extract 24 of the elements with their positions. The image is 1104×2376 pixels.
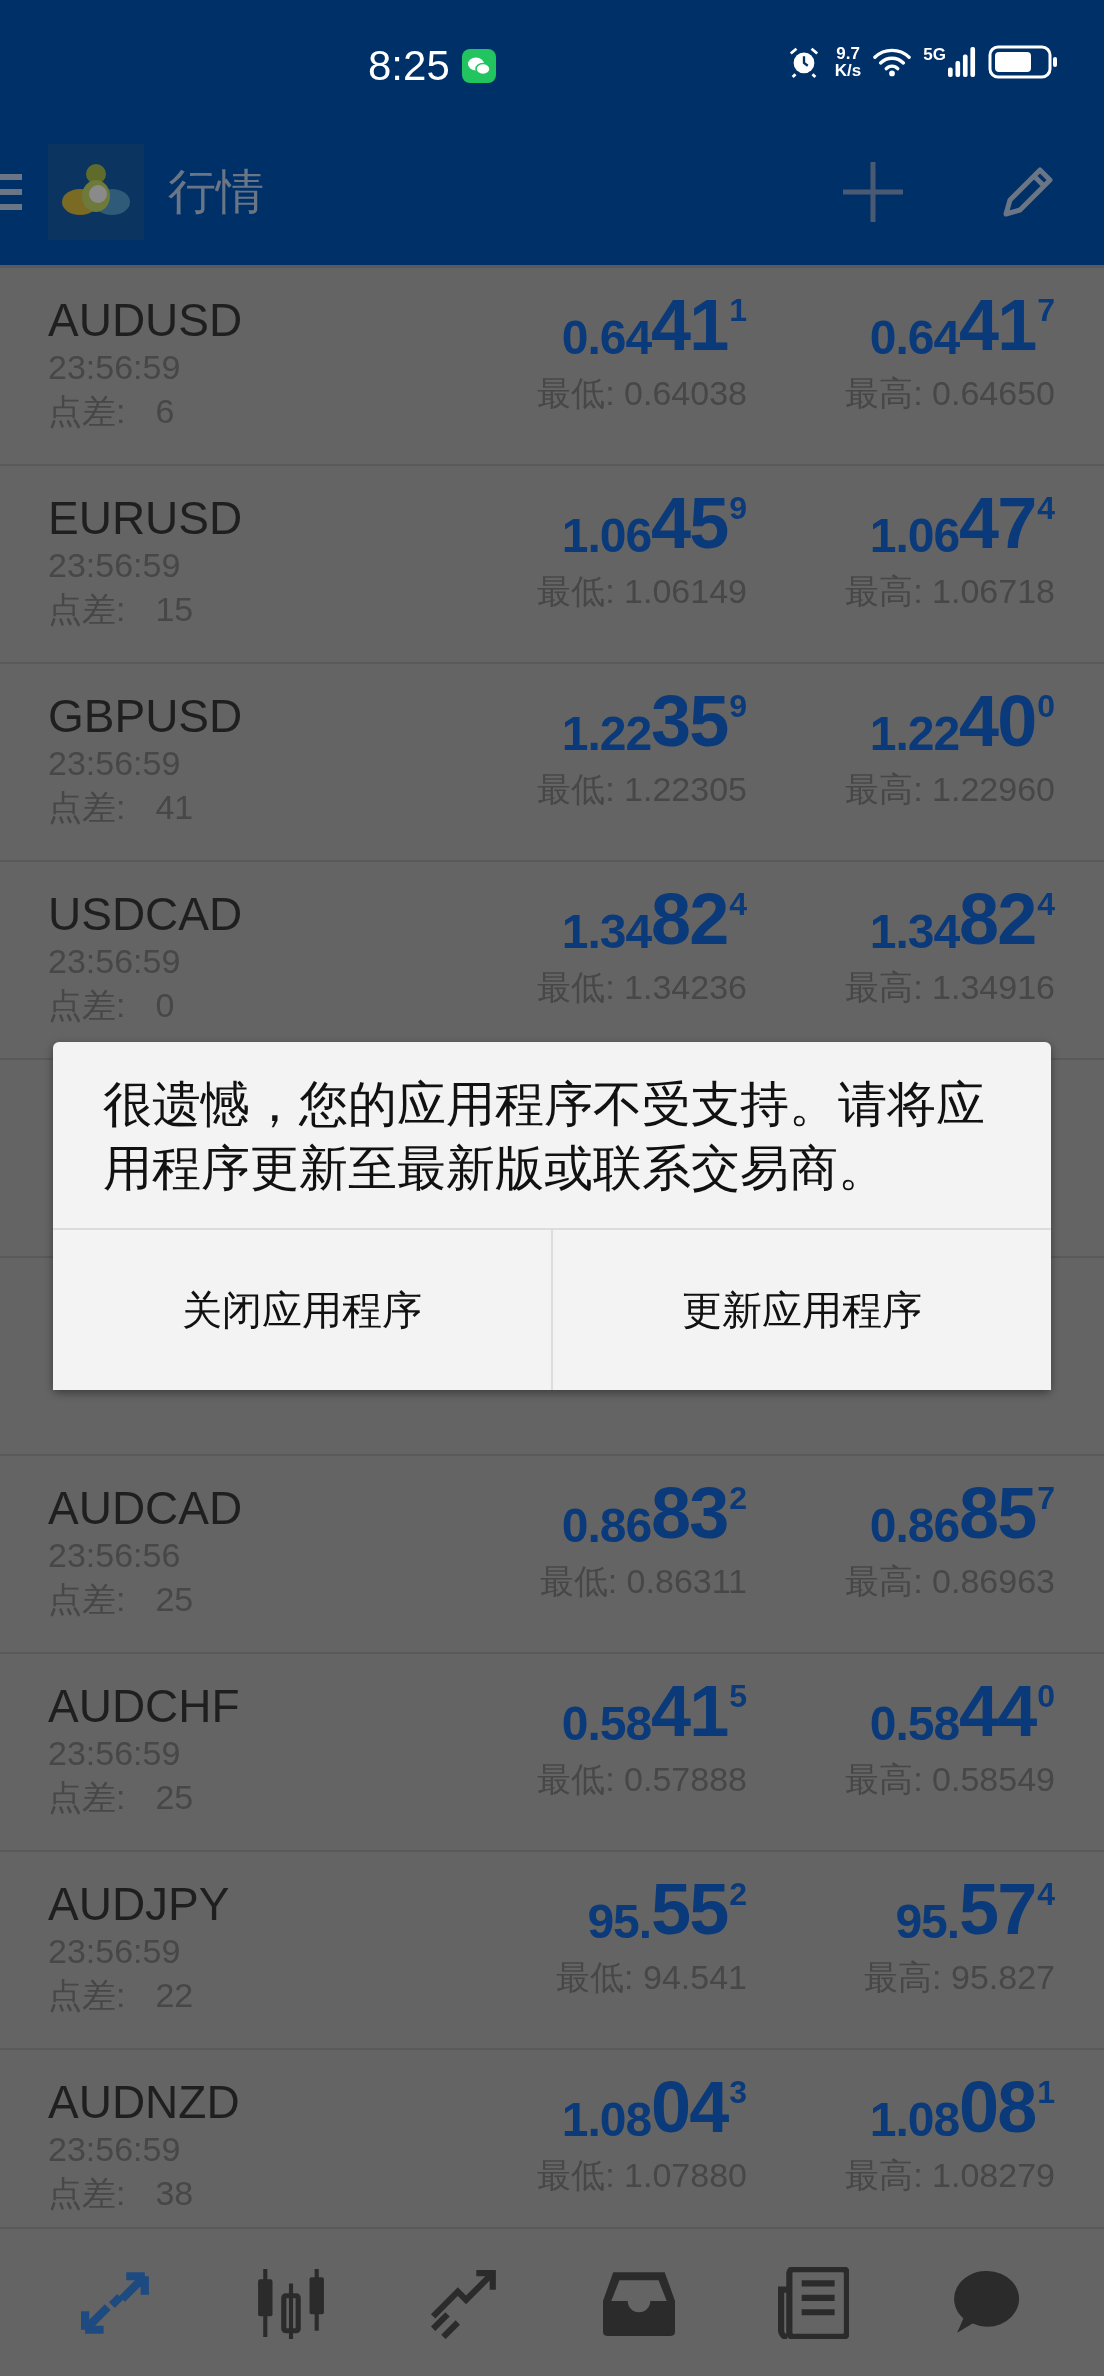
chat-app-icon [461,49,496,83]
symbol-name: USDCAD [48,888,244,940]
newspaper-icon[interactable] [777,2266,849,2339]
symbol-name: AUDNZD [48,2076,241,2128]
menu-icon[interactable] [0,171,22,212]
symbol-name: EURUSD [48,492,244,544]
clock-time: 8:25 [368,42,450,90]
symbol-name: GBPUSD [48,690,244,742]
dialog-message: 很遗憾，您的应用程序不受支持。请将应用程序更新至最新版或联系交易商。 [102,1076,986,1197]
network-speed-unit: K/s [834,62,862,79]
symbol-name: AUDCAD [48,1482,244,1534]
network-speed: 9.7 [836,45,860,62]
candlestick-icon[interactable] [255,2266,327,2339]
add-icon[interactable] [843,161,903,222]
symbol-name: AUDJPY [48,1878,231,1930]
dialog-button[interactable]: 关闭应用程序 [53,1230,551,1390]
dialog-button[interactable]: 更新应用程序 [551,1230,1051,1390]
symbol-name: AUDUSD [48,294,244,346]
network-type: 5G [923,45,946,65]
symbol-name: AUDCHF [48,1680,241,1732]
app-logo-icon [48,143,144,240]
signal-icon [948,46,976,78]
battery-icon [988,45,1058,79]
screen-title: 行情 [168,163,264,220]
